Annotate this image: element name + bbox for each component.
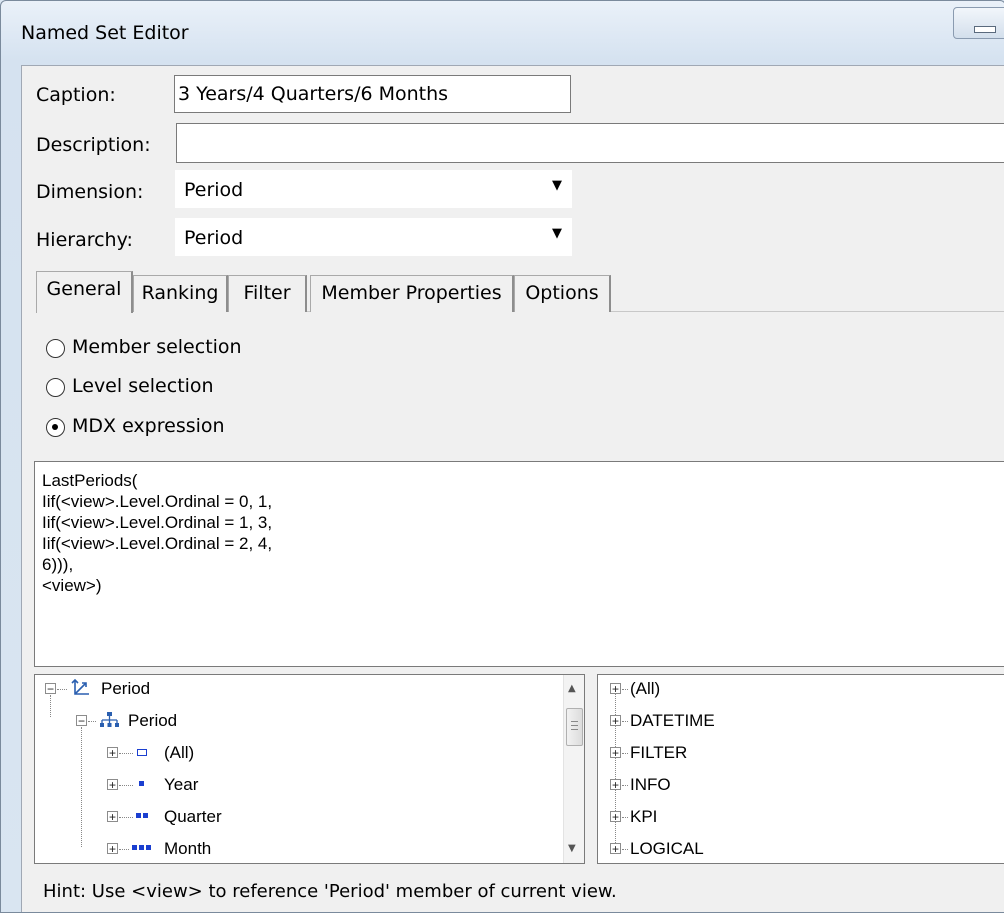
expand-icon[interactable]: +: [107, 843, 118, 855]
tree-connector: [88, 721, 96, 722]
function-tree[interactable]: + (All) + DATETIME + FILTER + INFO + KPI…: [597, 674, 1004, 864]
tree-connector: [622, 849, 628, 850]
expand-icon[interactable]: +: [610, 779, 621, 791]
dimension-icon: [71, 678, 89, 695]
tree-connector: [622, 689, 628, 690]
level-quarter-icon: [143, 813, 148, 818]
tree-connector: [622, 785, 628, 786]
tree-connector: [119, 785, 133, 786]
level-all-label: (All): [164, 743, 195, 762]
member-tree-scrollbar[interactable]: ▲ ▼: [563, 675, 584, 863]
function-category-label: INFO: [630, 775, 671, 794]
expand-icon[interactable]: +: [107, 747, 118, 759]
expand-icon[interactable]: +: [610, 747, 621, 759]
tree-connector: [57, 689, 67, 690]
level-quarter-icon: [136, 813, 141, 818]
level-quarter-label: Quarter: [164, 807, 222, 826]
hierarchy-dropdown[interactable]: Period ▼: [175, 218, 572, 256]
named-set-editor-window: Named Set Editor Caption: 3 Years/4 Quar…: [0, 0, 1004, 913]
tree-connector: [622, 721, 628, 722]
scroll-down-arrow-icon[interactable]: ▼: [568, 843, 576, 854]
function-category-label: (All): [630, 679, 661, 698]
caption-input[interactable]: 3 Years/4 Quarters/6 Months: [174, 75, 571, 113]
mdx-expression-radio[interactable]: [46, 418, 65, 437]
hierarchy-value: Period: [184, 227, 244, 249]
expand-icon[interactable]: +: [107, 811, 118, 823]
tab-ranking[interactable]: Ranking: [133, 275, 228, 312]
tree-connector: [50, 695, 51, 717]
function-category-label: LOGICAL: [630, 839, 704, 858]
scroll-up-arrow-icon[interactable]: ▲: [568, 683, 576, 694]
dimension-node-label: Period: [101, 679, 151, 698]
tree-connector: [119, 817, 133, 818]
function-category-label: KPI: [630, 807, 658, 826]
level-selection-radio[interactable]: [46, 378, 65, 397]
level-month-icon: [146, 845, 151, 850]
tree-connector: [622, 753, 628, 754]
member-selection-label: Member selection: [72, 336, 242, 358]
expand-icon[interactable]: +: [610, 683, 621, 695]
level-year-icon: [139, 781, 144, 786]
description-label: Description:: [36, 134, 151, 156]
grip-line: [571, 721, 578, 722]
tree-connector: [81, 727, 82, 847]
grip-line: [571, 729, 578, 730]
function-category-label: FILTER: [630, 743, 688, 762]
tab-member-properties[interactable]: Member Properties: [310, 275, 514, 312]
mdx-expression-label: MDX expression: [72, 415, 225, 437]
scrollbar-thumb[interactable]: [566, 708, 583, 746]
dropdown-arrow-icon[interactable]: ▼: [552, 226, 562, 241]
tab-options[interactable]: Options: [514, 275, 611, 312]
collapse-icon[interactable]: −: [45, 683, 56, 695]
hierarchy-icon: [100, 712, 119, 727]
member-selection-option[interactable]: Member selection: [46, 336, 286, 364]
dropdown-arrow-icon[interactable]: ▼: [552, 178, 562, 193]
dimension-dropdown[interactable]: Period ▼: [175, 170, 572, 208]
collapse-icon[interactable]: −: [76, 715, 87, 727]
tree-connector: [119, 849, 129, 850]
expand-icon[interactable]: +: [107, 779, 118, 791]
expand-icon[interactable]: +: [610, 843, 621, 855]
title-bar[interactable]: Named Set Editor: [1, 1, 1004, 65]
level-month-icon: [139, 845, 144, 850]
expand-icon[interactable]: +: [610, 811, 621, 823]
function-category-label: DATETIME: [630, 711, 715, 730]
member-tree[interactable]: − Period − Period + (All) + Year + Quart…: [34, 674, 585, 864]
level-month-label: Month: [164, 839, 212, 858]
dimension-value: Period: [184, 179, 244, 201]
level-selection-label: Level selection: [72, 375, 214, 397]
tree-connector: [119, 753, 133, 754]
grip-line: [571, 725, 578, 726]
window-title: Named Set Editor: [21, 22, 189, 44]
hint-text: Hint: Use <view> to reference 'Period' m…: [43, 881, 617, 902]
level-month-icon: [132, 845, 137, 850]
mdx-expression-option[interactable]: MDX expression: [46, 415, 266, 443]
dialog-client-area: Caption: 3 Years/4 Quarters/6 Months Des…: [21, 65, 1004, 912]
hierarchy-node-label: Period: [128, 711, 178, 730]
level-year-label: Year: [164, 775, 199, 794]
tree-connector: [622, 817, 628, 818]
mdx-expression-editor[interactable]: LastPeriods( Iif(<view>.Level.Ordinal = …: [34, 461, 1004, 667]
level-selection-option[interactable]: Level selection: [46, 375, 256, 403]
dimension-label: Dimension:: [36, 181, 144, 203]
tab-strip: General Ranking Filter Member Properties…: [36, 271, 1004, 313]
description-input[interactable]: [176, 123, 1004, 163]
minimize-icon: [974, 26, 996, 33]
member-selection-radio[interactable]: [46, 339, 65, 358]
expand-icon[interactable]: +: [610, 715, 621, 727]
hierarchy-label: Hierarchy:: [36, 229, 133, 251]
caption-label: Caption:: [36, 84, 116, 106]
tab-general[interactable]: General: [36, 271, 133, 313]
level-all-icon: [137, 749, 147, 756]
tab-filter[interactable]: Filter: [228, 275, 307, 312]
minimize-button[interactable]: [953, 7, 1004, 39]
